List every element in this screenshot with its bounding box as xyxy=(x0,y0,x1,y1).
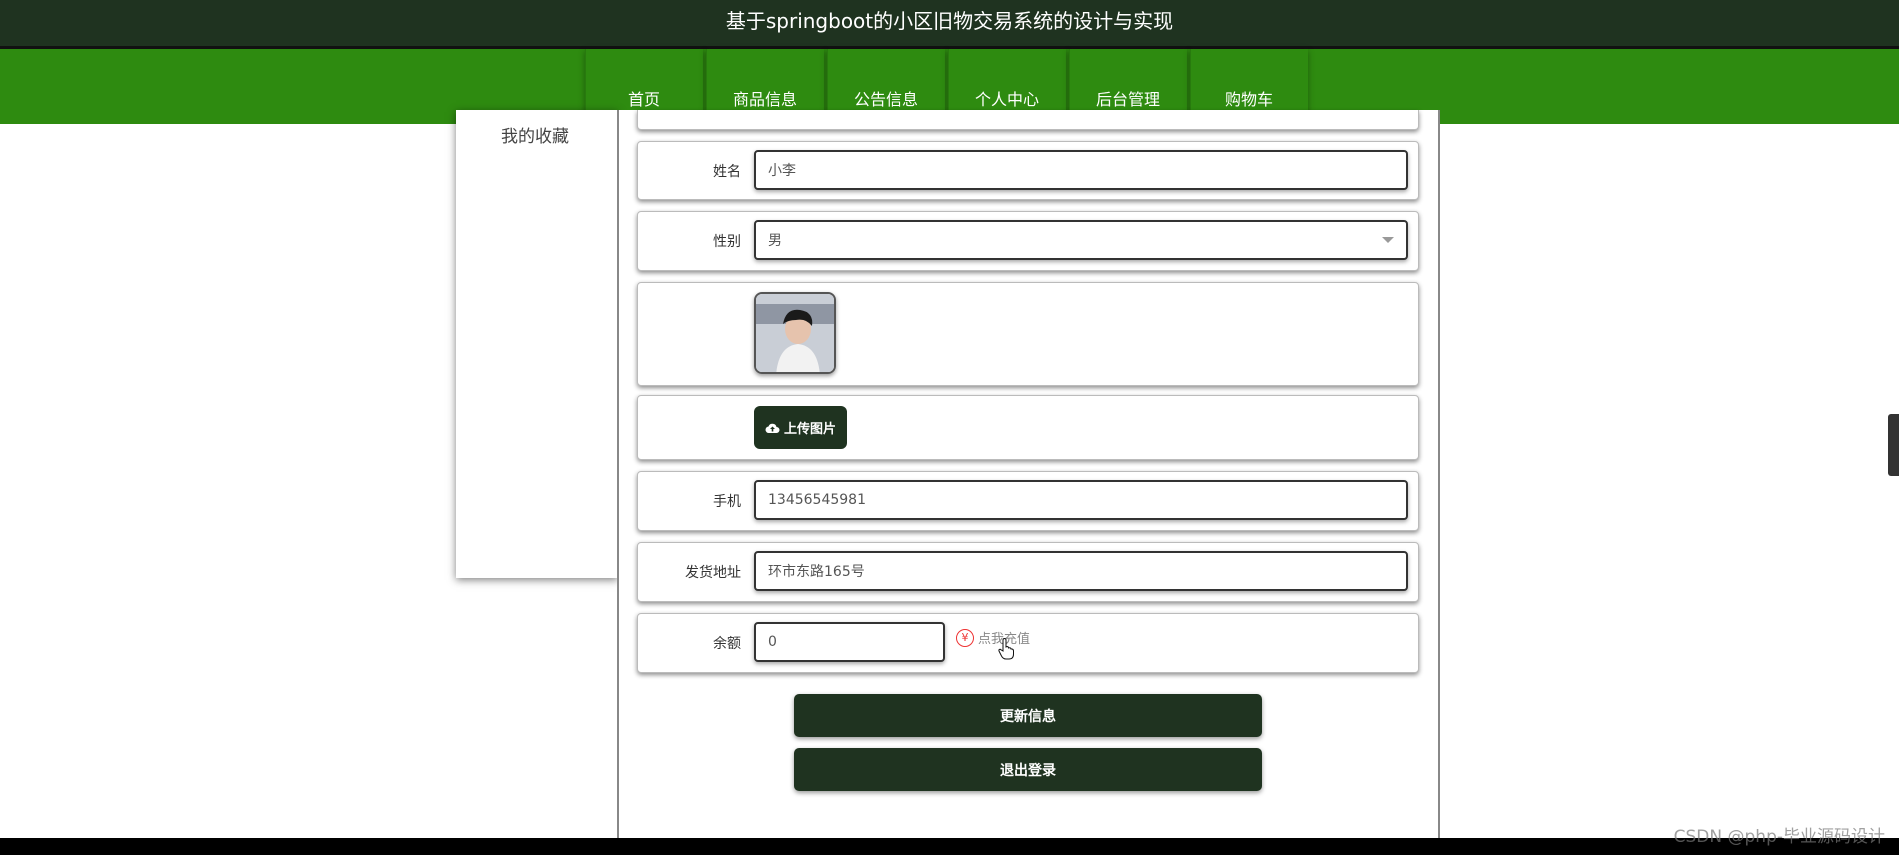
scrollbar-thumb[interactable] xyxy=(1888,414,1899,476)
gender-value: 男 xyxy=(768,233,782,249)
watermark: CSDN @php-毕业源码设计 xyxy=(1673,827,1885,847)
name-value: 小李 xyxy=(768,163,796,179)
upload-image-button[interactable]: 上传图片 xyxy=(754,406,847,449)
update-info-button[interactable]: 更新信息 xyxy=(794,694,1262,737)
name-label: 姓名 xyxy=(713,163,741,180)
balance-value: 0 xyxy=(768,634,777,650)
cloud-upload-icon xyxy=(765,423,780,433)
form-row-name: 姓名 小李 xyxy=(637,141,1419,200)
form-row-gender: 性别 男 xyxy=(637,211,1419,271)
personal-sidebar: 我的收藏 xyxy=(456,110,618,578)
form-row-phone: 手机 13456545981 xyxy=(637,471,1419,531)
form-row-upload: 上传图片 xyxy=(637,395,1419,460)
bottom-bar xyxy=(0,838,1899,855)
form-row-hidden xyxy=(637,110,1419,130)
form-row-balance: 余额 0 ¥ 点我充值 xyxy=(637,613,1419,673)
form-row-avatar xyxy=(637,282,1419,386)
phone-input[interactable]: 13456545981 xyxy=(754,480,1408,520)
logout-button[interactable]: 退出登录 xyxy=(794,748,1262,791)
avatar xyxy=(754,292,836,374)
balance-input[interactable]: 0 xyxy=(754,622,945,662)
form-row-address: 发货地址 环市东路165号 xyxy=(637,542,1419,602)
balance-label: 余额 xyxy=(713,636,741,652)
hand-cursor-icon xyxy=(998,638,1014,660)
upload-label: 上传图片 xyxy=(783,422,836,437)
site-title: 基于springboot的小区旧物交易系统的设计与实现 xyxy=(725,9,1174,33)
gender-select[interactable]: 男 xyxy=(754,220,1408,260)
address-value: 环市东路165号 xyxy=(768,564,865,580)
address-input[interactable]: 环市东路165号 xyxy=(754,551,1408,591)
site-title-bar: 基于springboot的小区旧物交易系统的设计与实现 xyxy=(0,0,1899,49)
name-input[interactable]: 小李 xyxy=(754,150,1408,190)
yen-icon: ¥ xyxy=(956,628,974,647)
recharge-link[interactable]: ¥ 点我充值 xyxy=(956,628,1030,647)
phone-label: 手机 xyxy=(713,494,741,510)
gender-label: 性别 xyxy=(713,234,741,250)
phone-value: 13456545981 xyxy=(768,492,866,508)
address-label: 发货地址 xyxy=(685,565,741,581)
chevron-down-icon xyxy=(1382,237,1394,243)
sidebar-item-favorites[interactable]: 我的收藏 xyxy=(501,122,569,147)
